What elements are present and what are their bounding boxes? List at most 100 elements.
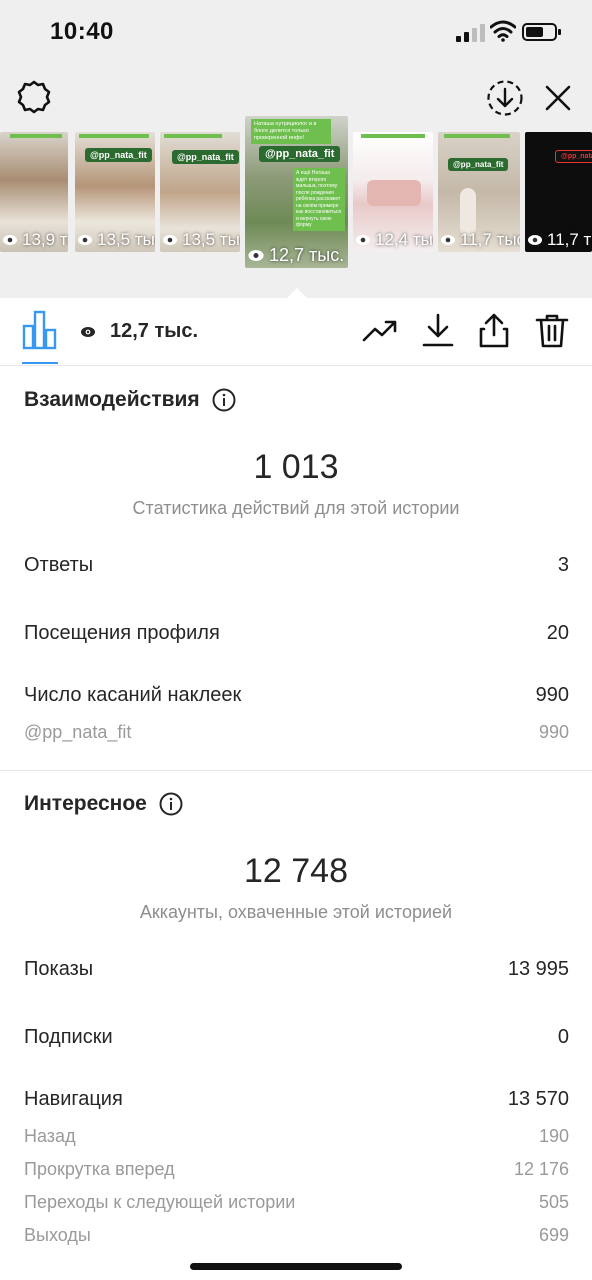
story-carousel-header: 13,9 тыс. @pp_nata_fit 13,5 тыс. @pp_nat… — [0, 66, 592, 299]
views-count: 12,7 тыс. — [80, 320, 198, 343]
share-icon[interactable] — [476, 312, 512, 348]
story-thumbnail[interactable]: @pp_nata_fit 13,5 тыс. — [160, 132, 240, 252]
stat-row-follows: Подписки 0 — [24, 1026, 569, 1049]
dessert-image — [367, 180, 421, 206]
stat-row-replies: Ответы 3 — [24, 554, 569, 577]
battery-icon — [522, 23, 561, 41]
wifi-icon — [490, 20, 516, 42]
story-views: 11,7 тыс. — [440, 230, 520, 250]
discovery-title-label: Интересное — [24, 792, 147, 815]
stat-value: 3 — [557, 554, 569, 576]
stat-value: 13 995 — [507, 958, 569, 980]
active-tab-indicator — [22, 362, 58, 364]
stat-subrow-next-story: Переходы к следующей истории 505 — [24, 1192, 569, 1213]
story-views: 13,5 тыс. — [77, 230, 155, 250]
story-thumbnail-strip: 13,9 тыс. @pp_nata_fit 13,5 тыс. @pp_nat… — [0, 66, 592, 298]
story-caption-sticker — [361, 134, 425, 138]
status-bar: 10:40 — [0, 0, 592, 66]
person-image — [460, 188, 476, 236]
section-divider — [0, 770, 592, 771]
eye-icon — [441, 235, 455, 245]
story-views: 13,5 тыс. — [162, 230, 240, 250]
eye-icon — [248, 250, 264, 261]
story-views-label: 13,9 тыс. — [22, 230, 68, 249]
info-icon[interactable] — [212, 388, 236, 412]
eye-icon — [3, 235, 17, 245]
handle-sticker: @pp_nata_fit — [85, 148, 152, 162]
stat-sublabel: Прокрутка вперед — [24, 1159, 175, 1179]
stat-subvalue: 190 — [538, 1126, 569, 1146]
info-icon[interactable] — [159, 792, 183, 816]
story-views-label: 11,7 тыс. — [460, 230, 520, 249]
story-thumbnail[interactable]: 13,9 тыс. — [0, 132, 68, 252]
insights-toolbar: 12,7 тыс. — [0, 298, 592, 366]
story-views-label: 12,7 тыс. — [269, 245, 345, 265]
story-views-label: 12,4 тыс. — [375, 230, 433, 249]
stat-sublabel: Назад — [24, 1126, 76, 1146]
stat-value: 990 — [535, 684, 569, 706]
handle-sticker: @pp_nata_fit — [172, 150, 239, 164]
stat-row-profile-visits: Посещения профиля 20 — [24, 622, 569, 645]
views-count-label: 12,7 тыс. — [110, 320, 199, 342]
discovery-caption: Аккаунты, охваченные этой историей — [139, 902, 453, 922]
stat-value: 13 570 — [507, 1088, 569, 1110]
story-views-label: 13,5 тыс. — [97, 230, 155, 249]
story-thumbnail[interactable]: @pp_nata_fit 11,7 тыс. — [438, 132, 520, 252]
eye-icon — [163, 235, 177, 245]
story-caption-sticker — [10, 134, 62, 138]
handle-sticker: @pp_nata_fit — [448, 158, 509, 171]
stat-subvalue: 505 — [538, 1192, 569, 1212]
story-views: 11,7 тыс. — [527, 230, 592, 250]
stat-subvalue: 699 — [538, 1225, 569, 1245]
stat-sublabel: @pp_nata_fit — [24, 722, 132, 742]
story-thumbnail[interactable]: @pp_nata_fit 11,7 тыс. — [525, 132, 592, 252]
interactions-title: Взаимодействия — [24, 388, 236, 412]
stat-label: Подписки — [24, 1026, 113, 1048]
stat-label: Навигация — [24, 1088, 123, 1110]
stat-label: Посещения профиля — [24, 622, 220, 644]
stat-subvalue: 990 — [538, 722, 569, 742]
story-thumbnail-selected[interactable]: Наташа нутрициолог и в блоге делится тол… — [245, 116, 348, 268]
story-caption-sticker — [444, 134, 510, 138]
bar-chart-icon[interactable] — [22, 310, 58, 350]
trash-icon[interactable] — [534, 312, 570, 348]
trend-icon[interactable] — [362, 312, 398, 348]
story-views: 13,9 тыс. — [2, 230, 68, 250]
story-views: 12,4 тыс. — [355, 230, 433, 250]
eye-icon — [356, 235, 370, 245]
status-time: 10:40 — [50, 18, 114, 45]
discovery-title: Интересное — [24, 792, 183, 816]
download-icon[interactable] — [420, 312, 456, 348]
stat-subrow-back: Назад 190 — [24, 1126, 569, 1147]
stat-subrow-sticker: @pp_nata_fit 990 — [24, 722, 569, 743]
stat-sublabel: Выходы — [24, 1225, 91, 1245]
home-indicator[interactable] — [190, 1263, 402, 1270]
stat-row-navigation: Навигация 13 570 — [24, 1088, 569, 1111]
handle-sticker: @pp_nata_fit — [555, 150, 592, 163]
stat-row-sticker-taps: Число касаний наклеек 990 — [24, 684, 569, 707]
stat-value: 20 — [546, 622, 569, 644]
interactions-total: 1 013 — [253, 448, 339, 486]
story-views-label: 13,5 тыс. — [182, 230, 240, 249]
stat-label: Показы — [24, 958, 94, 980]
handle-sticker: @pp_nata_fit — [259, 146, 341, 162]
eye-icon — [81, 326, 95, 337]
stat-subrow-exits: Выходы 699 — [24, 1225, 569, 1246]
story-body-sticker: А ещё Наташа ждёт второго малыша, поэтом… — [293, 168, 345, 231]
interactions-title-label: Взаимодействия — [24, 388, 200, 411]
story-thumbnail[interactable]: 12,4 тыс. — [353, 132, 433, 252]
story-caption-sticker: Наташа нутрициолог и в блоге делится тол… — [251, 119, 331, 144]
stat-subvalue: 12 176 — [513, 1159, 569, 1179]
stat-sublabel: Переходы к следующей истории — [24, 1192, 296, 1212]
discovery-total: 12 748 — [244, 852, 348, 890]
stat-subrow-forward: Прокрутка вперед 12 176 — [24, 1159, 569, 1180]
stat-row-impressions: Показы 13 995 — [24, 958, 569, 981]
eye-icon — [528, 235, 542, 245]
stat-label: Ответы — [24, 554, 94, 576]
story-views-label: 11,7 тыс. — [547, 230, 592, 249]
story-views: 12,7 тыс. — [247, 245, 344, 266]
story-caption-sticker — [79, 134, 149, 138]
stat-label: Число касаний наклеек — [24, 684, 242, 706]
stat-value: 0 — [557, 1026, 569, 1048]
story-thumbnail[interactable]: @pp_nata_fit 13,5 тыс. — [75, 132, 155, 252]
